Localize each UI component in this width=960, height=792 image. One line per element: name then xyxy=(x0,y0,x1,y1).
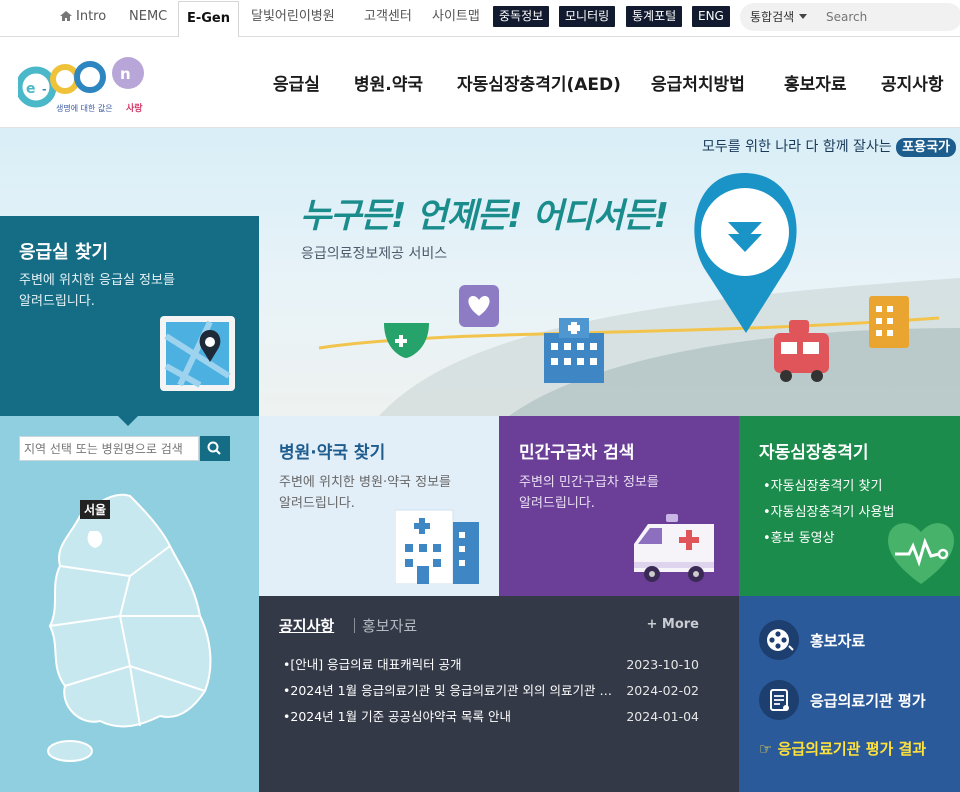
moonlight-hospital-link[interactable]: 달빛어린이병원 xyxy=(251,0,335,34)
notice-title: 2024년 1월 응급의료기관 및 응급의료기관 외의 의료기관 현황 xyxy=(283,681,618,701)
svg-text:생명에 대한 값은: 생명에 대한 값은 xyxy=(56,103,113,113)
notice-row[interactable]: [안내] 응급의료 대표캐릭터 공개 2023-10-10 xyxy=(283,655,701,675)
er-find-card[interactable]: 응급실 찾기 주변에 위치한 응급실 정보를 알려드립니다. xyxy=(0,216,259,416)
tab-promotion[interactable]: 홍보자료 xyxy=(362,615,417,636)
sitemap-link[interactable]: 사이트맵 xyxy=(432,0,480,34)
film-reel-icon xyxy=(759,620,799,660)
building-icon xyxy=(869,296,909,348)
home-icon xyxy=(60,11,72,21)
search-scope-label: 통합검색 xyxy=(750,10,795,24)
monitoring-button[interactable]: 모니터링 xyxy=(559,6,616,27)
notice-date: 2023-10-10 xyxy=(626,657,699,672)
stats-portal-button[interactable]: 통계포털 xyxy=(626,6,683,27)
private-ambulance-card[interactable]: 민간구급차 검색 주변의 민간구급차 정보를 알려드립니다. xyxy=(499,416,739,596)
notice-title: [안내] 응급의료 대표캐릭터 공개 xyxy=(283,655,618,675)
top-utility-bar: Intro NEMC E-Gen 달빛어린이병원 고객센터 사이트맵 중독정보 … xyxy=(0,0,960,38)
notice-title: 2024년 1월 기준 공공심야약국 목록 안내 xyxy=(283,707,618,727)
er-find-title: 응급실 찾기 xyxy=(19,242,109,263)
nemc-link[interactable]: NEMC xyxy=(129,0,167,34)
search-scope-select[interactable]: 통합검색 xyxy=(750,3,808,31)
region-map-panel: 서울 xyxy=(0,416,259,792)
svg-text:e: e xyxy=(26,81,36,97)
notice-board: 공지사항 홍보자료 + More [안내] 응급의료 대표캐릭터 공개 2023-… xyxy=(259,596,739,792)
notice-row[interactable]: 2024년 1월 기준 공공심야약국 목록 안내 2024-01-04 xyxy=(283,707,701,727)
nav-aed[interactable]: 자동심장충격기(AED) xyxy=(457,70,621,95)
nav-hospital-pharmacy[interactable]: 병원.약국 xyxy=(354,70,423,95)
aed-find-link[interactable]: 자동심장충격기 찾기 xyxy=(763,474,894,500)
nav-notice[interactable]: 공지사항 xyxy=(881,70,944,95)
notice-date: 2024-02-02 xyxy=(626,683,699,698)
site-header: - e n 생명에 대한 값은 사랑 응급실 병원.약국 자동심장충격기(AED… xyxy=(0,37,960,128)
pharmacy-mortar-icon xyxy=(384,323,429,358)
aed-card: 자동심장충격기 자동심장충격기 찾기 자동심장충격기 사용법 홍보 동영상 xyxy=(739,416,960,596)
egen-tab[interactable]: E-Gen xyxy=(178,1,239,38)
evaluation-result-link[interactable]: ☞ 응급의료기관 평가 결과 xyxy=(759,738,926,759)
aed-menu: 자동심장충격기 찾기 자동심장충격기 사용법 홍보 동영상 xyxy=(763,474,895,552)
poison-info-button[interactable]: 중독정보 xyxy=(493,6,550,27)
global-search: 통합검색 xyxy=(740,3,960,31)
egen-logo-icon: - e n 생명에 대한 값은 사랑 xyxy=(15,57,144,114)
notice-row[interactable]: 2024년 1월 응급의료기관 및 응급의료기관 외의 의료기관 현황 2024-… xyxy=(283,681,701,701)
slogan-badge: 포용국가 xyxy=(896,138,956,157)
aed-card-title[interactable]: 자동심장충격기 xyxy=(759,438,868,463)
er-find-desc: 주변에 위치한 응급실 정보를 알려드립니다. xyxy=(19,273,175,309)
evaluation-document-icon xyxy=(759,680,799,720)
aed-howto-link[interactable]: 자동심장충격기 사용법 xyxy=(763,500,895,526)
region-search-button[interactable] xyxy=(200,436,230,461)
notice-date: 2024-01-04 xyxy=(626,709,699,724)
svg-text:사랑: 사랑 xyxy=(126,102,143,114)
customer-center-link[interactable]: 고객센터 xyxy=(364,0,412,34)
chevron-down-icon xyxy=(799,14,808,19)
svg-text:n: n xyxy=(120,65,131,83)
side-links-panel: 홍보자료 응급의료기관 평가 ☞ 응급의료기관 평가 결과 xyxy=(739,596,960,792)
heart-badge-icon xyxy=(459,285,499,327)
tab-notice[interactable]: 공지사항 xyxy=(279,615,334,636)
search-input[interactable] xyxy=(826,7,956,27)
nav-first-aid[interactable]: 응급처치방법 xyxy=(651,70,745,95)
nav-emergency-room[interactable]: 응급실 xyxy=(273,70,320,95)
intro-label: Intro xyxy=(76,9,107,24)
slogan-text: 모두를 위한 나라 다 함께 잘사는 xyxy=(702,139,892,155)
hero-illustration xyxy=(318,173,960,416)
hospital-pharmacy-card[interactable]: 병원·약국 찾기 주변에 위치한 병원·약국 정보를 알려드립니다. xyxy=(259,416,499,596)
hospital-building-icon xyxy=(395,509,479,584)
er-evaluation-label: 응급의료기관 평가 xyxy=(810,692,926,710)
map-pin-icon xyxy=(160,316,235,391)
aed-video-link[interactable]: 홍보 동영상 xyxy=(763,526,894,552)
er-card-pointer xyxy=(118,416,138,426)
hero-title: 누구든! 언제든! 어디서든! xyxy=(300,196,669,236)
ambulance-card-desc: 주변의 민간구급차 정보를 알려드립니다. xyxy=(519,475,659,511)
tab-divider xyxy=(354,618,355,633)
seoul-region-tag[interactable]: 서울 xyxy=(80,500,111,519)
slogan: 모두를 위한 나라 다 함께 잘사는 포용국가 xyxy=(702,136,956,157)
region-search-input[interactable] xyxy=(19,436,199,461)
more-link[interactable]: + More xyxy=(646,617,699,632)
egen-logo[interactable]: - e n 생명에 대한 값은 사랑 xyxy=(15,57,153,117)
korea-map[interactable] xyxy=(20,476,230,776)
svg-text:-: - xyxy=(42,83,47,96)
ambulance-icon xyxy=(634,514,714,582)
nav-promotion[interactable]: 홍보자료 xyxy=(784,70,847,95)
intro-link[interactable]: Intro xyxy=(60,0,106,34)
search-icon xyxy=(207,441,221,455)
ambulance-card-title: 민간구급차 검색 xyxy=(519,443,635,463)
hero-subtitle: 응급의료정보제공 서비스 xyxy=(301,246,448,262)
english-button[interactable]: ENG xyxy=(692,6,730,27)
heart-pulse-icon xyxy=(888,523,954,584)
hospital-card-title: 병원·약국 찾기 xyxy=(279,443,386,463)
promo-materials-label: 홍보자료 xyxy=(810,632,866,650)
